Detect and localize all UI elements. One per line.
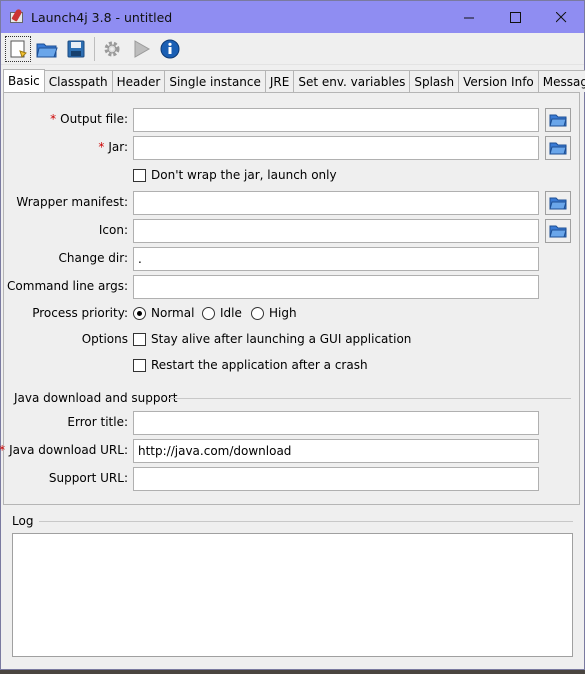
log-textarea[interactable]: [12, 533, 573, 657]
save-config-button[interactable]: [63, 36, 89, 62]
tab-messages[interactable]: Messages: [537, 70, 585, 92]
launch4j-app-icon: [9, 8, 25, 25]
priority-label: Process priority:: [32, 306, 128, 320]
change-dir-label: Change dir:: [58, 251, 128, 265]
java-download-section-title: Java download and support: [14, 391, 178, 405]
title-bar[interactable]: Launch4j 3.8 - untitled: [1, 1, 584, 33]
support-url-input[interactable]: [133, 467, 539, 491]
icon-browse-button[interactable]: [545, 219, 571, 243]
wrapper-manifest-label: Wrapper manifest:: [16, 195, 128, 209]
about-info-icon: [160, 39, 180, 58]
dont-wrap-checkbox[interactable]: [133, 169, 146, 182]
window-title: Launch4j 3.8 - untitled: [31, 9, 173, 25]
icon-label: Icon:: [98, 223, 128, 237]
tab-set-env-variables[interactable]: Set env. variables: [293, 70, 411, 92]
error-title-input[interactable]: [133, 411, 539, 435]
test-wrapper-button[interactable]: [128, 36, 154, 62]
priority-normal-label: Normal: [151, 306, 195, 320]
support-url-label: Support URL:: [48, 471, 128, 485]
wrapper-manifest-row: Wrapper manifest:: [4, 191, 579, 215]
icon-row: Icon:: [4, 219, 579, 243]
cmd-args-label: Command line args:: [7, 279, 128, 293]
toolbar: [1, 33, 584, 65]
open-folder-icon: [549, 197, 567, 210]
error-title-label: Error title:: [67, 415, 128, 429]
build-gear-icon: [104, 41, 120, 56]
jar-row: * Jar:: [4, 136, 579, 160]
wrapper-manifest-browse-button[interactable]: [545, 191, 571, 215]
jar-input[interactable]: [133, 136, 539, 160]
dont-wrap-label: Don't wrap the jar, launch only: [151, 168, 337, 182]
new-document-icon: [10, 40, 27, 58]
tab-single-instance[interactable]: Single instance: [164, 70, 266, 92]
change-dir-input[interactable]: [133, 247, 539, 271]
tab-basic[interactable]: Basic: [3, 69, 45, 92]
section-divider: [168, 398, 571, 399]
options-row: Options Stay alive after launching a GUI…: [4, 328, 579, 352]
tab-header[interactable]: Header: [111, 70, 166, 92]
required-marker: *: [50, 112, 57, 126]
stay-alive-checkbox[interactable]: [133, 333, 146, 346]
open-folder-icon: [549, 114, 567, 127]
maximize-icon: [509, 11, 521, 23]
maximize-button[interactable]: [492, 1, 538, 33]
launch4j-window: Launch4j 3.8 - untitled Basic Classpath …: [0, 0, 585, 670]
priority-row: Process priority: Normal Idle High: [4, 302, 579, 326]
close-button[interactable]: [538, 1, 584, 33]
required-marker: *: [0, 443, 5, 457]
support-url-row: Support URL:: [4, 467, 579, 491]
new-config-button[interactable]: [5, 35, 31, 62]
tab-classpath[interactable]: Classpath: [43, 70, 113, 92]
java-url-label: *Java download URL:: [0, 443, 128, 457]
dont-wrap-row: Don't wrap the jar, launch only: [4, 164, 579, 188]
priority-normal-radio[interactable]: [133, 307, 146, 320]
run-play-icon: [134, 39, 151, 58]
minimize-button[interactable]: [446, 1, 492, 33]
java-url-input[interactable]: [133, 439, 539, 463]
save-icon: [67, 40, 85, 57]
open-folder-icon: [36, 43, 58, 57]
java-url-row: *Java download URL:: [0, 439, 579, 463]
required-marker: *: [98, 140, 105, 154]
restart-row: Restart the application after a crash: [4, 354, 579, 378]
tab-splash[interactable]: Splash: [409, 70, 460, 92]
jar-browse-button[interactable]: [545, 136, 571, 160]
about-button[interactable]: [157, 36, 183, 62]
restart-label: Restart the application after a crash: [151, 358, 368, 372]
options-label: Options: [81, 332, 128, 346]
cmd-args-row: Command line args:: [4, 275, 579, 299]
build-wrapper-button[interactable]: [99, 36, 125, 62]
open-folder-icon: [549, 142, 567, 155]
open-folder-icon: [549, 225, 567, 238]
stay-alive-label: Stay alive after launching a GUI applica…: [151, 332, 412, 346]
change-dir-row: Change dir:: [4, 247, 579, 271]
close-icon: [555, 11, 566, 22]
wrapper-manifest-input[interactable]: [133, 191, 539, 215]
cmd-args-input[interactable]: [133, 275, 539, 299]
output-file-row: * Output file:: [4, 108, 579, 132]
error-title-row: Error title:: [4, 411, 579, 435]
restart-checkbox[interactable]: [133, 359, 146, 372]
jar-label: * Jar:: [98, 140, 128, 154]
priority-idle-radio[interactable]: [202, 307, 215, 320]
log-divider: [39, 521, 573, 522]
desktop-background-strip: [0, 670, 585, 674]
tab-bar: Basic Classpath Header Single instance J…: [3, 69, 585, 92]
priority-high-label: High: [269, 306, 297, 320]
basic-tab-panel: * Output file: * Jar: Don't wrap the jar, …: [0, 92, 580, 505]
open-config-button[interactable]: [34, 36, 60, 62]
output-file-label: * Output file:: [50, 112, 128, 126]
output-file-browse-button[interactable]: [545, 108, 571, 132]
tab-jre[interactable]: JRE: [264, 70, 295, 92]
priority-high-radio[interactable]: [251, 307, 264, 320]
tab-version-info[interactable]: Version Info: [458, 70, 539, 92]
toolbar-separator: [94, 36, 95, 61]
output-file-input[interactable]: [133, 108, 539, 132]
log-section-title: Log: [12, 514, 34, 528]
priority-idle-label: Idle: [220, 306, 242, 320]
minimize-icon: [463, 17, 474, 18]
icon-input[interactable]: [133, 219, 539, 243]
